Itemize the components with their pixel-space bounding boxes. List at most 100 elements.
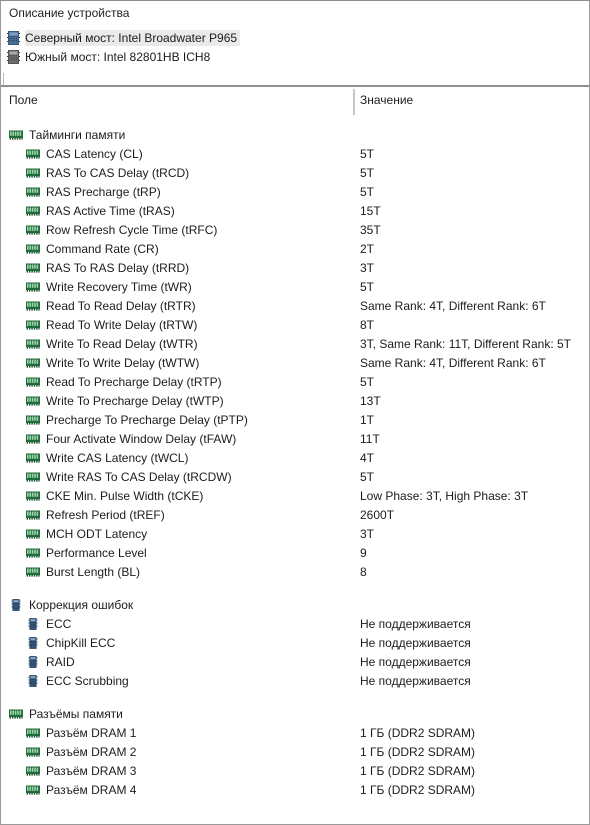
ram-icon [26, 319, 40, 331]
property-label: Read To Write Delay (tRTW) [46, 317, 198, 332]
property-row[interactable]: ECC Не поддерживается [1, 614, 589, 633]
property-label: MCH ODT Latency [46, 526, 148, 541]
device-row-northbridge[interactable]: Северный мост: Intel Broadwater P965 [1, 28, 241, 47]
ram-icon [26, 338, 40, 350]
property-label: RAS Active Time (tRAS) [46, 203, 175, 218]
property-label: Разъём DRAM 4 [46, 782, 137, 797]
column-header-value[interactable]: Значение [360, 93, 413, 107]
ram-icon [26, 167, 40, 179]
property-row[interactable]: CKE Min. Pulse Width (tCKE) Low Phase: 3T… [1, 486, 589, 505]
ram-icon [9, 708, 23, 720]
ram-icon [26, 509, 40, 521]
chip-icon-blue [1, 30, 25, 45]
property-row[interactable]: Write To Precharge Delay (tWTP) 13T [1, 391, 589, 410]
property-value: 2600T [360, 507, 395, 522]
property-row[interactable]: Read To Read Delay (tRTR) Same Rank: 4T, … [1, 296, 589, 315]
property-group-header[interactable]: Тайминги памяти [1, 125, 589, 144]
property-row[interactable]: RAS Precharge (tRP) 5T [1, 182, 589, 201]
ram-icon [26, 433, 40, 445]
property-row[interactable]: RAS To RAS Delay (tRRD) 3T [1, 258, 589, 277]
property-row[interactable]: ECC Scrubbing Не поддерживается [1, 671, 589, 690]
property-row[interactable]: Write Recovery Time (tWR) 5T [1, 277, 589, 296]
property-value: 1 ГБ (DDR2 SDRAM) [360, 744, 476, 759]
property-row[interactable]: Разъём DRAM 2 1 ГБ (DDR2 SDRAM) [1, 742, 589, 761]
property-row[interactable]: Write RAS To CAS Delay (tRCDW) 5T [1, 467, 589, 486]
ram-icon [26, 471, 40, 483]
vchip-icon [9, 598, 23, 611]
property-row[interactable]: Burst Length (BL) 8 [1, 562, 589, 581]
property-value: Same Rank: 4T, Different Rank: 6T [360, 355, 546, 370]
property-value: 11T [360, 431, 380, 446]
column-header-row: Поле Значение [1, 87, 589, 121]
property-row[interactable]: ChipKill ECC Не поддерживается [1, 633, 589, 652]
property-row[interactable]: Write To Write Delay (tWTW) Same Rank: 4T… [1, 353, 589, 372]
device-row-southbridge[interactable]: Южный мост: Intel 82801HB ICH8 [1, 47, 213, 66]
ram-icon [26, 547, 40, 559]
property-label: Write To Precharge Delay (tWTP) [46, 393, 224, 408]
property-row[interactable]: Four Activate Window Delay (tFAW) 11T [1, 429, 589, 448]
property-label: Refresh Period (tREF) [46, 507, 165, 522]
property-row[interactable]: Разъём DRAM 3 1 ГБ (DDR2 SDRAM) [1, 761, 589, 780]
property-value: 1 ГБ (DDR2 SDRAM) [360, 763, 476, 778]
property-value: 5T [360, 184, 375, 199]
property-label: Performance Level [46, 545, 147, 560]
vchip-icon [26, 617, 40, 630]
property-value: 5T [360, 165, 375, 180]
device-description-title: Описание устройства [9, 6, 130, 20]
property-row[interactable]: Refresh Period (tREF) 2600T [1, 505, 589, 524]
ram-icon [26, 205, 40, 217]
property-tree: Тайминги памяти CAS Latency (CL) 5T RAS To … [1, 125, 589, 824]
property-row[interactable]: Read To Write Delay (tRTW) 8T [1, 315, 589, 334]
property-value: 3T, Same Rank: 11T, Different Rank: 5T [360, 336, 571, 351]
property-row[interactable]: RAS To CAS Delay (tRCD) 5T [1, 163, 589, 182]
property-label: Write To Read Delay (tWTR) [46, 336, 198, 351]
property-group-header[interactable]: Коррекция ошибок [1, 595, 589, 614]
ram-icon [26, 490, 40, 502]
property-row[interactable]: Write To Read Delay (tWTR) 3T, Same Rank:… [1, 334, 589, 353]
property-group: Разъёмы памяти Разъём DRAM 1 1 ГБ (DDR2 SD… [1, 704, 589, 799]
property-value: Low Phase: 3T, High Phase: 3T [360, 488, 529, 503]
vchip-icon [26, 674, 40, 687]
property-group-header[interactable]: Разъёмы памяти [1, 704, 589, 723]
property-label: CAS Latency (CL) [46, 146, 143, 161]
property-value: 13T [360, 393, 381, 408]
property-row[interactable]: Row Refresh Cycle Time (tRFC) 35T [1, 220, 589, 239]
property-value: 8T [360, 317, 375, 332]
property-row[interactable]: MCH ODT Latency 3T [1, 524, 589, 543]
ram-icon [26, 300, 40, 312]
column-header-field[interactable]: Поле [9, 93, 38, 107]
property-label: RAS To RAS Delay (tRRD) [46, 260, 190, 275]
property-row[interactable]: Precharge To Precharge Delay (tPTP) 1T [1, 410, 589, 429]
property-label: CKE Min. Pulse Width (tCKE) [46, 488, 204, 503]
property-value: 8 [360, 564, 367, 579]
property-row[interactable]: Write CAS Latency (tWCL) 4T [1, 448, 589, 467]
property-row[interactable]: RAS Active Time (tRAS) 15T [1, 201, 589, 220]
property-value: 1T [360, 412, 375, 427]
property-label: ECC Scrubbing [46, 673, 129, 688]
property-label: Write Recovery Time (tWR) [46, 279, 192, 294]
property-value: Не поддерживается [360, 673, 471, 688]
property-row[interactable]: RAID Не поддерживается [1, 652, 589, 671]
property-row[interactable]: CAS Latency (CL) 5T [1, 144, 589, 163]
ram-icon [26, 784, 40, 796]
property-row[interactable]: Разъём DRAM 4 1 ГБ (DDR2 SDRAM) [1, 780, 589, 799]
property-row[interactable]: Command Rate (CR) 2T [1, 239, 589, 258]
property-value: 15T [360, 203, 381, 218]
column-separator[interactable] [353, 89, 355, 115]
ram-icon [26, 528, 40, 540]
property-value: 5T [360, 374, 375, 389]
vchip-icon [26, 636, 40, 649]
property-label: Разъём DRAM 3 [46, 763, 137, 778]
device-label-southbridge: Южный мост: Intel 82801HB ICH8 [25, 49, 211, 64]
property-row[interactable]: Performance Level 9 [1, 543, 589, 562]
ram-icon [9, 129, 23, 141]
property-row[interactable]: Разъём DRAM 1 1 ГБ (DDR2 SDRAM) [1, 723, 589, 742]
property-value: 1 ГБ (DDR2 SDRAM) [360, 725, 476, 740]
property-label: ChipKill ECC [46, 635, 116, 650]
property-value: Same Rank: 4T, Different Rank: 6T [360, 298, 546, 313]
property-label: Read To Read Delay (tRTR) [46, 298, 196, 313]
property-label: RAS Precharge (tRP) [46, 184, 161, 199]
property-row[interactable]: Read To Precharge Delay (tRTP) 5T [1, 372, 589, 391]
property-label: Command Rate (CR) [46, 241, 159, 256]
